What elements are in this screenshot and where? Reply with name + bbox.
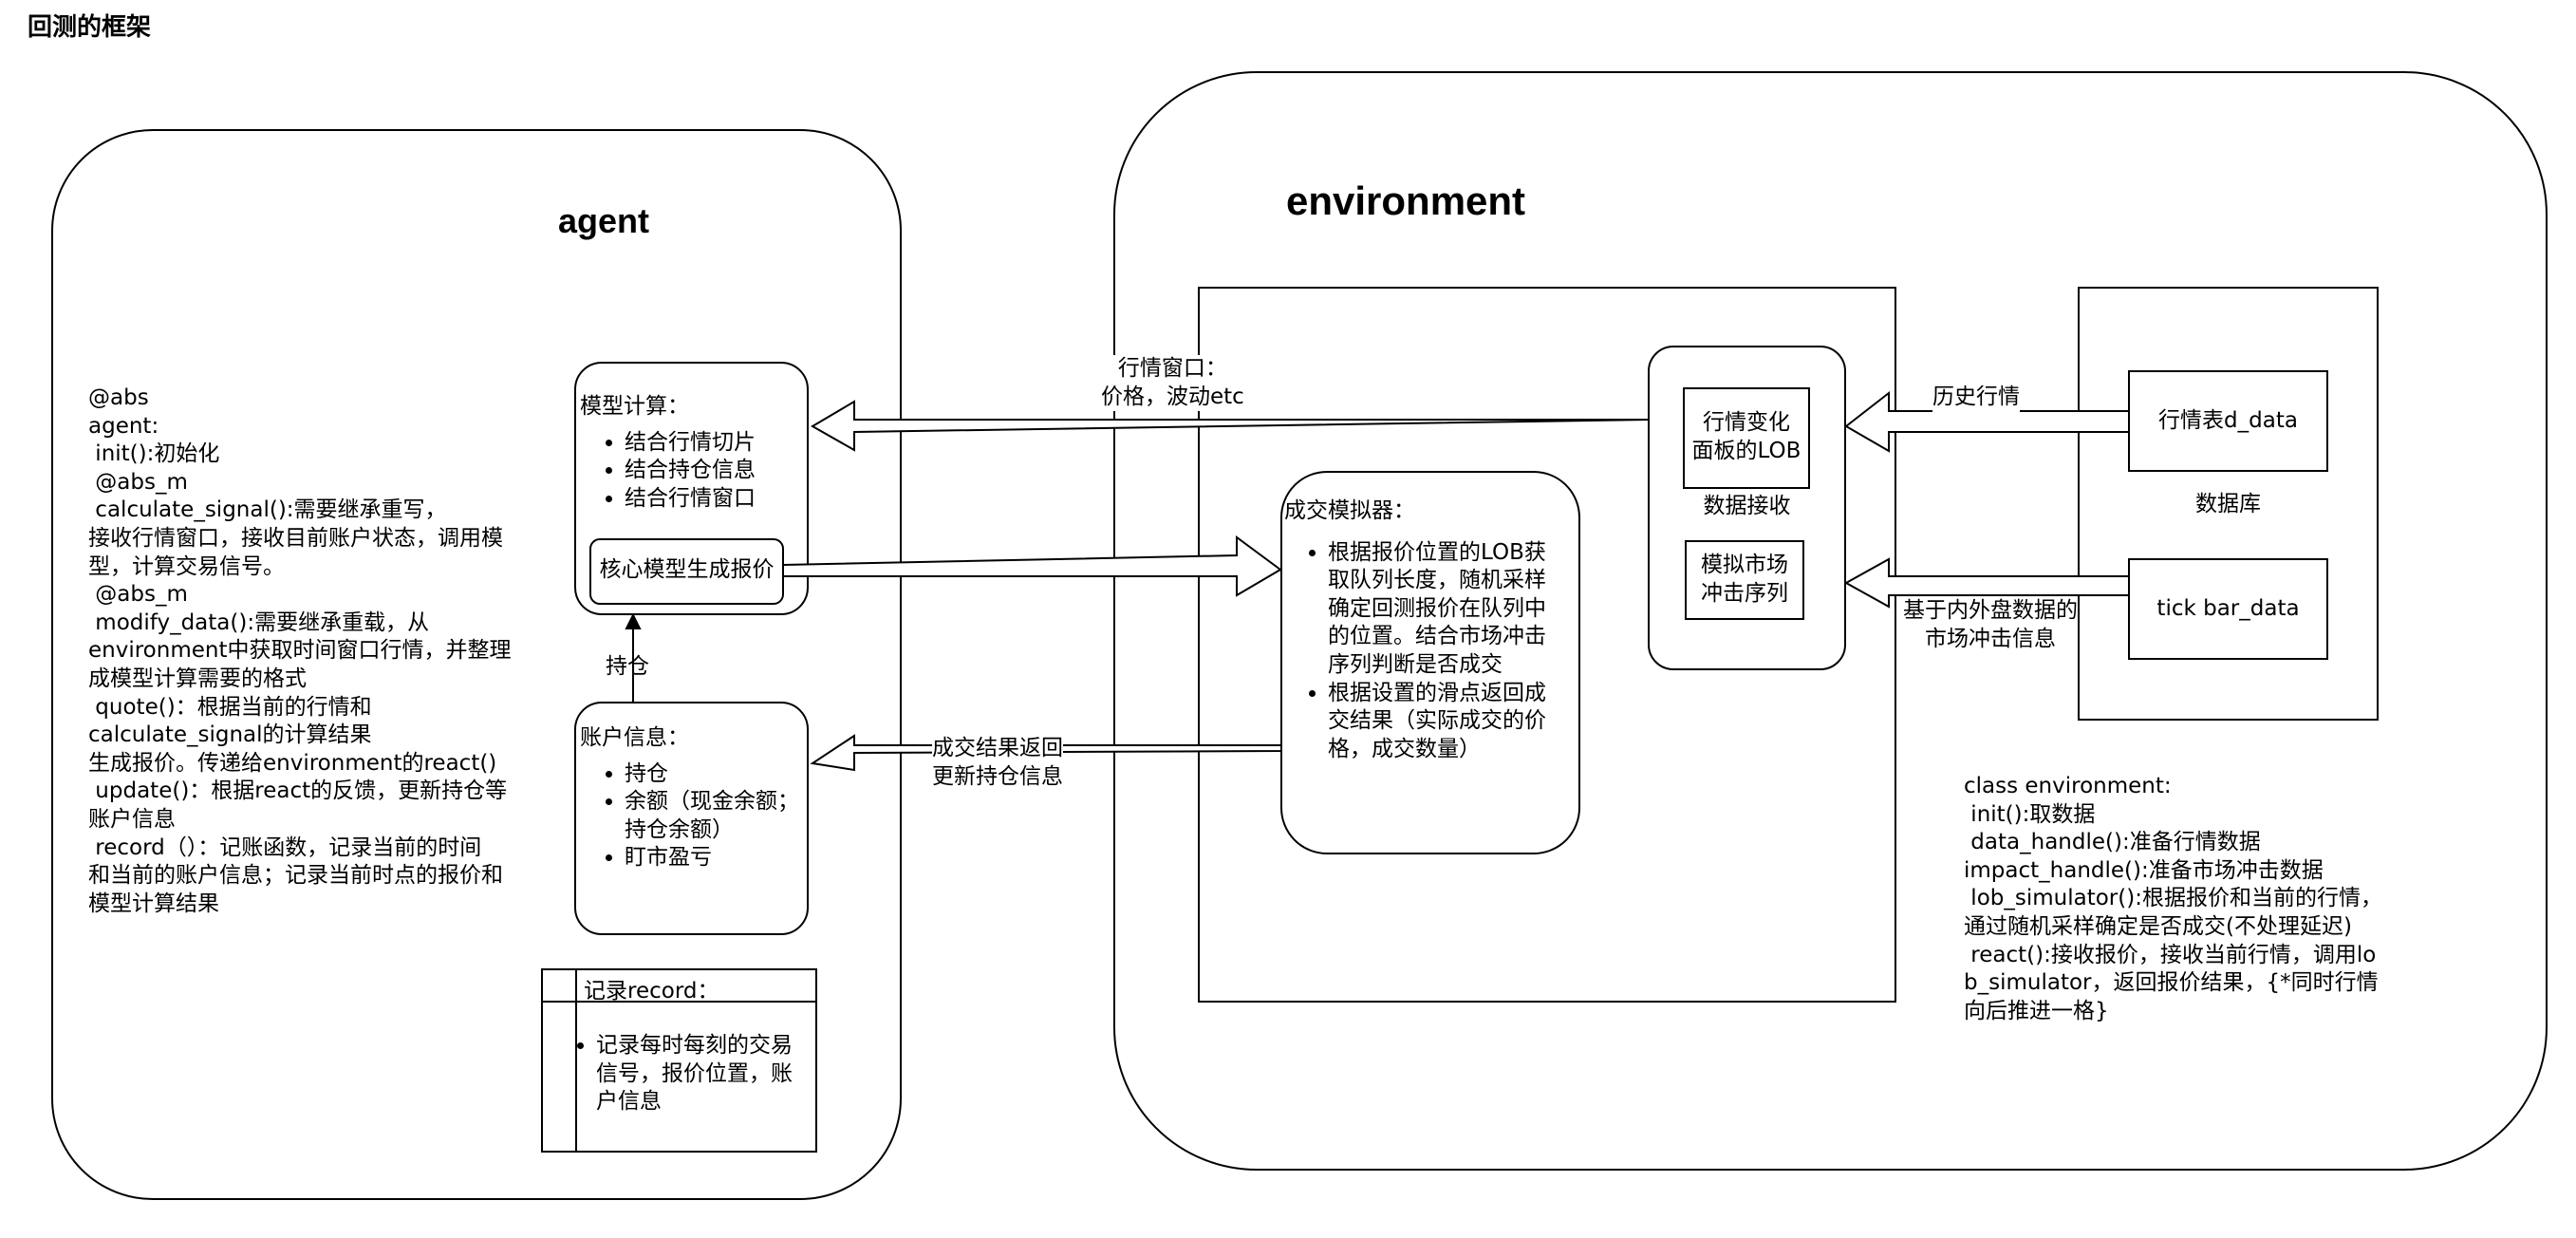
matcher-list: 根据报价位置的LOB获取队列长度，随机采样确定回测报价在队列中的位置。结合市场冲… [1284,539,1574,764]
history-arrow-label: 历史行情 [1932,384,2020,412]
database-caption: 数据库 [2195,492,2261,516]
matcher-item: 根据设置的滑点返回成交结果（实际成交的价格，成交数量） [1328,680,1560,764]
record-box-list: 记录每时每刻的交易信号，报价位置，账户信息 [551,1032,809,1116]
model-box: 模型计算： 结合行情切片 结合持仓信息 结合行情窗口 [580,393,808,513]
account-box-title: 账户信息： [580,725,689,750]
account-box-list: 持仓 余额（现金余额；持仓余额） 盯市盈亏 [580,760,806,872]
quote-arrow [782,535,1282,597]
account-box-item: 持仓 [625,760,806,789]
model-box-title: 模型计算： [580,394,689,419]
window-arrow-label: 行情窗口： 价格，波动etc [1101,355,1244,412]
matcher-title: 成交模拟器： [1284,498,1415,523]
table-bar-data: tick bar_data [2156,596,2300,621]
record-box-item: 记录每时每刻的交易信号，报价位置，账户信息 [596,1032,809,1116]
table-d-data: 行情表d_data [2158,408,2298,433]
core-model: 核心模型生成报价 [599,557,775,582]
record-box-title: 记录record： [584,979,719,1004]
matcher-item: 根据报价位置的LOB获取队列长度，随机采样确定回测报价在队列中的位置。结合市场冲… [1328,539,1560,680]
matcher-box: 成交模拟器： 根据报价位置的LOB获取队列长度，随机采样确定回测报价在队列中的位… [1284,497,1574,763]
model-box-item: 结合持仓信息 [625,457,808,485]
account-box-item: 盯市盈亏 [625,844,806,872]
environment-notes: class environment: init():取数据 data_handl… [1964,774,2382,1023]
model-box-list: 结合行情切片 结合持仓信息 结合行情窗口 [580,429,808,514]
model-box-item: 结合行情窗口 [625,485,808,514]
agent-title: agent [558,201,650,240]
impact-series: 模拟市场 冲击序列 [1701,553,1788,606]
account-box: 账户信息： 持仓 余额（现金余额；持仓余额） 盯市盈亏 [580,724,806,872]
record-box: 记录每时每刻的交易信号，报价位置，账户信息 [551,1032,809,1116]
page-title: 回测的框架 [28,13,152,42]
account-box-item: 余额（现金余额；持仓余额） [625,788,806,844]
environment-title: environment [1286,178,1526,223]
impact-arrow-label: 基于内外盘数据的 市场冲击信息 [1903,597,2078,654]
position-arrow-head [625,612,642,629]
receiver-caption: 数据接收 [1703,494,1791,518]
position-label: 持仓 [606,654,649,679]
lob-panel: 行情变化 面板的LOB [1691,410,1801,463]
result-arrow-label: 成交结果返回 更新持仓信息 [932,735,1063,792]
agent-notes: @abs agent: init():初始化 @abs_m calculate_… [88,385,512,916]
model-box-item: 结合行情切片 [625,429,808,458]
